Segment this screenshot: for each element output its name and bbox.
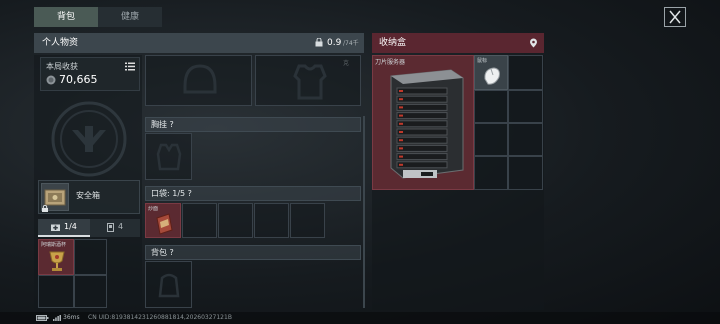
mouse-icon — [484, 67, 500, 85]
tab-backpack[interactable]: 背包 — [34, 7, 98, 27]
server-label: 刀片服务器 — [375, 59, 406, 66]
close-icon — [669, 10, 681, 24]
earnings-label: 本局收获 — [46, 62, 78, 71]
container-tab-med[interactable]: 1/4 — [38, 219, 90, 237]
mouse-item[interactable]: 鼠标 — [474, 55, 508, 90]
ammo-box-icon — [107, 223, 114, 232]
backpack-slot[interactable] — [145, 261, 192, 308]
container-tab-ammo[interactable]: 4 — [90, 219, 140, 237]
grid-slot[interactable] — [38, 275, 74, 308]
chest-rig-slot[interactable] — [145, 133, 192, 180]
chest-rig-header: 胸挂 ? — [145, 117, 361, 132]
goblet-icon — [49, 251, 65, 271]
armor-icon — [293, 64, 327, 100]
mouse-label: 鼠标 — [477, 58, 488, 64]
backpack-header: 背包 ? — [145, 245, 361, 260]
close-button[interactable] — [664, 7, 686, 27]
pocket-item-slot[interactable]: 炒面 — [145, 203, 181, 238]
tab-bar: 背包 健康 — [34, 7, 162, 27]
personal-header: 个人物资 0.9 /74千克 — [34, 33, 388, 67]
earnings-list-icon[interactable] — [125, 62, 135, 71]
grid-slot[interactable] — [508, 123, 543, 156]
grid-slot[interactable] — [474, 90, 508, 123]
helmet-slot[interactable] — [145, 55, 252, 106]
pockets-header: 口袋: 1/5 ? — [145, 186, 361, 201]
med-count: 1/4 — [64, 222, 77, 231]
chest-rig-label: 胸挂 ? — [151, 120, 174, 129]
server-item[interactable]: 刀片服务器 — [372, 55, 474, 190]
item-label: 阿瑞斯酒杯 — [41, 242, 67, 248]
pockets-label: 口袋: 1/5 ? — [151, 189, 192, 198]
battery-icon — [36, 315, 49, 321]
backpack-icon — [158, 273, 180, 298]
personal-title: 个人物资 — [42, 38, 79, 48]
pocket-item-label: 炒面 — [148, 206, 159, 212]
ping-text: 36ms — [63, 314, 80, 321]
food-bag-icon — [156, 213, 173, 235]
item-slot[interactable]: 阿瑞斯酒杯 — [38, 239, 74, 275]
pocket-slot[interactable] — [182, 203, 217, 238]
safe-box-slot[interactable]: 安全箱 — [38, 180, 140, 214]
storage-header: 收纳盒 — [372, 33, 544, 53]
grid-slot[interactable] — [74, 239, 107, 275]
grid-slot[interactable] — [474, 123, 508, 156]
scrollbar[interactable] — [363, 116, 365, 308]
grid-slot[interactable] — [474, 156, 508, 190]
lock-small-icon — [42, 205, 48, 212]
pocket-slot[interactable] — [290, 203, 325, 238]
faction-emblem-icon — [50, 100, 128, 178]
lock-icon — [315, 38, 323, 47]
coin-icon — [46, 75, 56, 85]
pocket-slot[interactable] — [218, 203, 253, 238]
backpack-label: 背包 ? — [151, 248, 174, 257]
build-info: CN UID:8193814231260881814,20260327121B — [88, 314, 232, 321]
helmet-icon — [183, 64, 217, 94]
medkit-icon — [51, 223, 60, 231]
tab-health[interactable]: 健康 — [98, 7, 162, 27]
safe-box-label: 安全箱 — [76, 191, 100, 200]
blade-server-icon — [390, 69, 464, 179]
earnings-value: 70,665 — [59, 73, 98, 86]
ammo-count: 4 — [118, 222, 124, 231]
grid-slot[interactable] — [74, 275, 107, 308]
location-pin-icon[interactable] — [529, 38, 538, 48]
storage-title: 收纳盒 — [379, 38, 407, 48]
vest-icon — [156, 143, 182, 171]
armor-slot[interactable] — [255, 55, 361, 106]
status-bar: 36ms CN UID:8193814231260881814,20260327… — [0, 312, 720, 324]
grid-slot[interactable] — [508, 156, 543, 190]
signal-icon — [53, 315, 61, 321]
weight-value: 0.9 — [327, 38, 342, 48]
grid-slot[interactable] — [508, 55, 543, 90]
earnings-card: 本局收获 70,665 — [40, 57, 140, 91]
grid-slot[interactable] — [508, 90, 543, 123]
pocket-slot[interactable] — [254, 203, 289, 238]
